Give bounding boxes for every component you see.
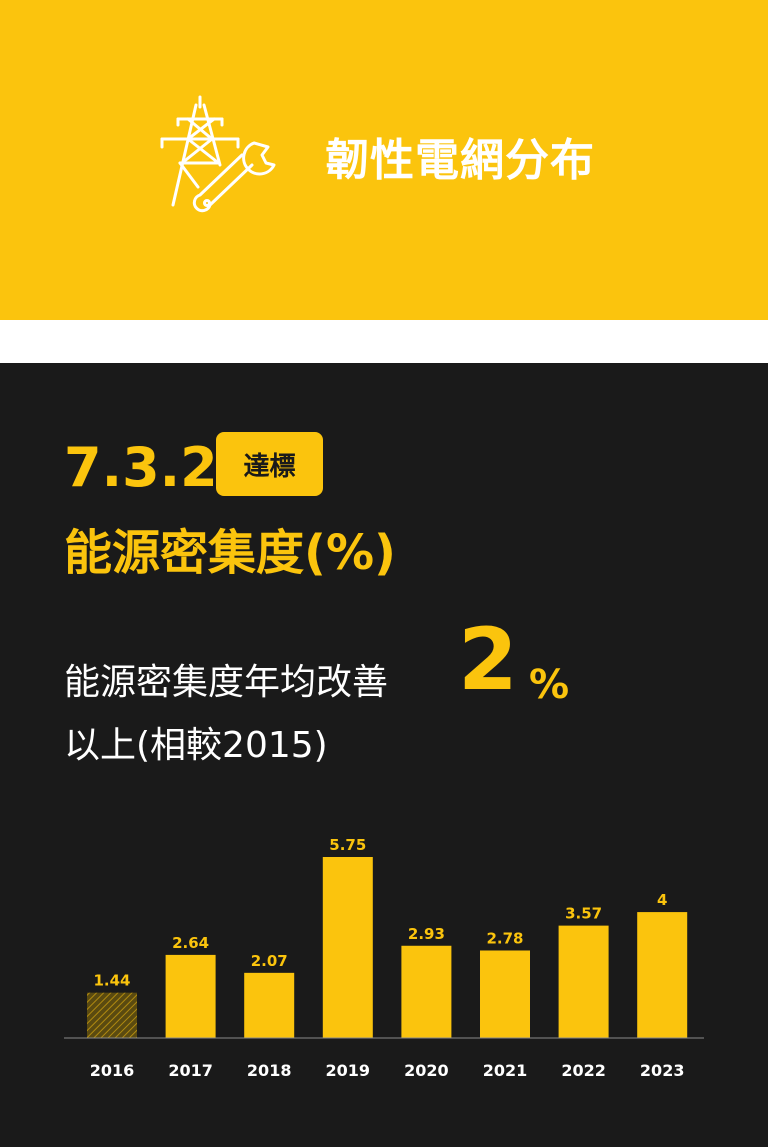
x-tick-2018: 2018	[247, 1061, 292, 1080]
bar-2020	[401, 945, 452, 1038]
data-label-2022: 3.57	[565, 905, 602, 923]
bar-2019	[322, 857, 373, 1038]
x-tick-2021: 2021	[483, 1061, 528, 1080]
data-label-2020: 2.93	[408, 925, 445, 943]
status-badge: 達標	[216, 432, 323, 496]
x-tick-2022: 2022	[561, 1061, 606, 1080]
x-tick-2016: 2016	[90, 1061, 135, 1080]
bar-2022	[558, 925, 609, 1038]
x-tick-2019: 2019	[326, 1061, 371, 1080]
bar-2018	[244, 972, 295, 1038]
x-tick-2017: 2017	[168, 1061, 213, 1080]
target-description: 能源密集度年均改善	[64, 662, 389, 703]
data-label-2023: 4	[657, 891, 667, 909]
bar-2021	[480, 950, 530, 1038]
x-tick-2020: 2020	[404, 1061, 449, 1080]
bar-2016	[87, 992, 137, 1038]
header-banner: 韌性電網分布	[0, 0, 768, 320]
target-description-suffix: 以上(相較2015)	[64, 725, 328, 766]
data-label-2017: 2.64	[172, 934, 209, 952]
target-value: 2	[458, 610, 518, 710]
energy-intensity-bar-chart: 1.44 2016 2.64 2017 2.07 2018 5.75 2019 2.93 2020…	[64, 836, 704, 1080]
data-label-2021: 2.78	[486, 929, 523, 947]
bar-2017	[165, 954, 216, 1038]
target-unit: %	[529, 662, 570, 708]
banner-title: 韌性電網分布	[325, 135, 595, 186]
indicator-title: 能源密集度(%)	[64, 525, 396, 581]
goal-number: 7.3.2	[64, 436, 218, 499]
data-label-2018: 2.07	[251, 952, 288, 970]
data-label-2016: 1.44	[93, 972, 130, 990]
x-tick-2023: 2023	[640, 1061, 685, 1080]
bar-2023	[637, 912, 688, 1038]
divider-strip	[0, 320, 768, 363]
data-label-2019: 5.75	[329, 836, 366, 854]
power-tower-wrench-icon	[160, 95, 276, 213]
